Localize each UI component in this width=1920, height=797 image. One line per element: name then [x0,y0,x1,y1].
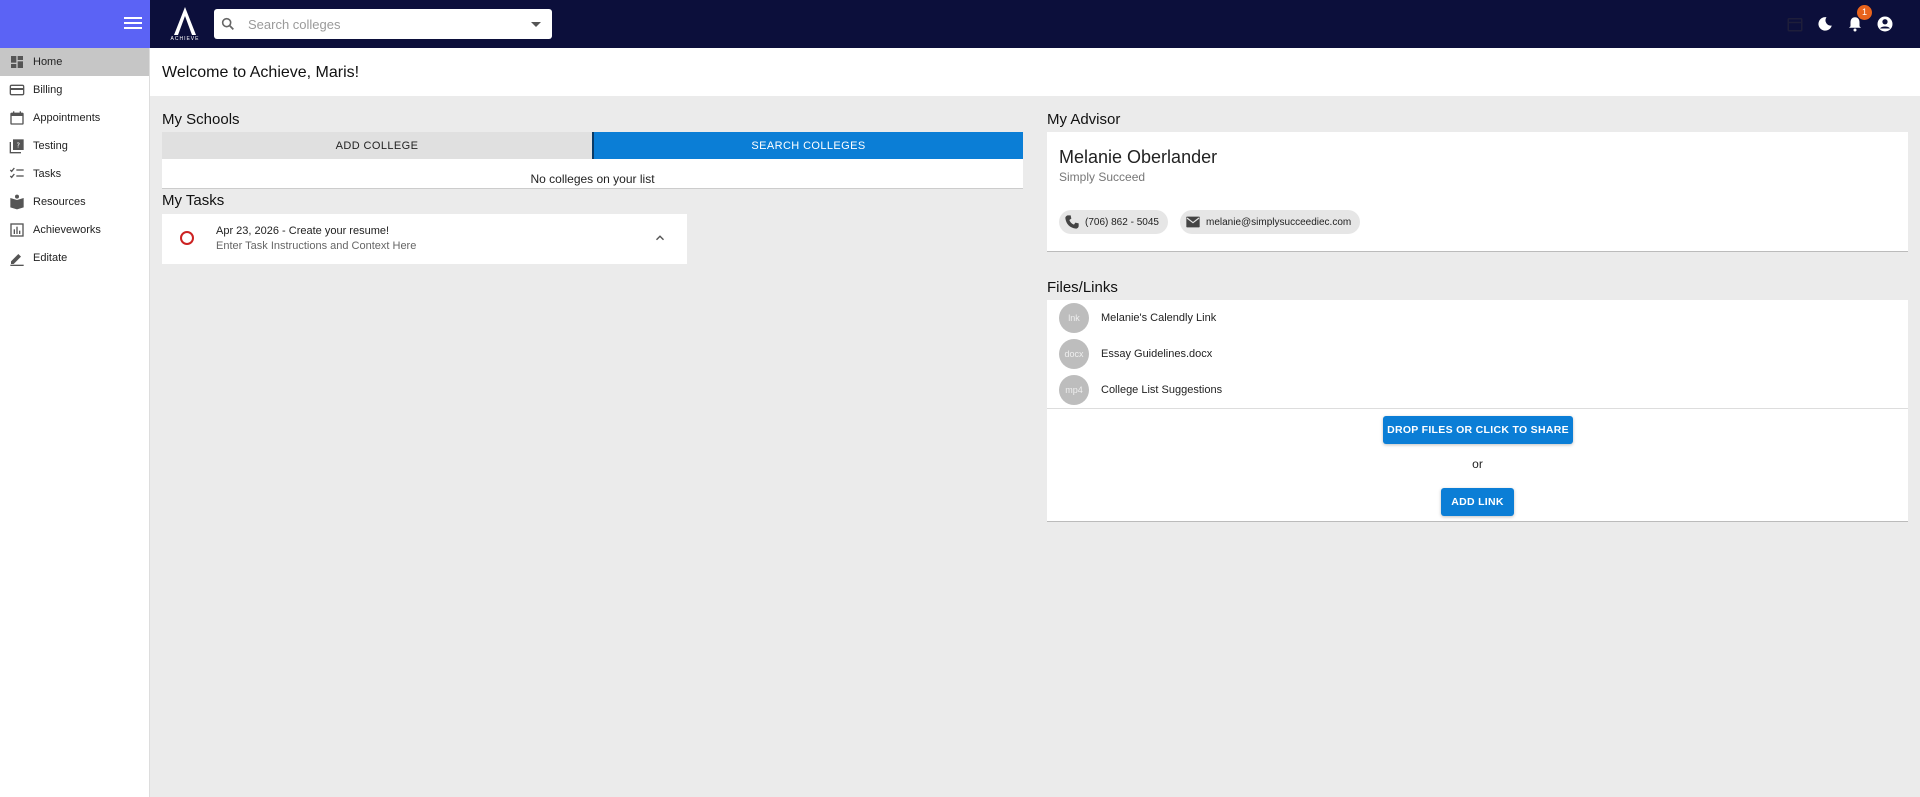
file-type-avatar: mp4 [1059,375,1089,405]
sidebar-item-label: Resources [33,196,86,208]
add-link-button[interactable]: ADD LINK [1441,488,1514,516]
sidebar-item-label: Tasks [33,168,62,180]
page-title: Welcome to Achieve, Maris! [162,64,360,81]
quiz-icon: ? [8,138,25,155]
sidebar-item-testing[interactable]: ? Testing [0,132,149,160]
sidebar-item-label: Home [33,56,63,68]
notification-badge: 1 [1857,5,1872,20]
calendar-icon[interactable] [1786,15,1804,33]
add-college-button[interactable]: ADD COLLEGE [162,132,592,159]
sidebar-item-tasks[interactable]: Tasks [0,160,149,188]
svg-text:?: ? [16,141,20,149]
dark-mode-icon[interactable] [1816,15,1834,33]
my-advisor-title: My Advisor [1047,111,1121,128]
dashboard-icon [8,54,25,71]
account-icon[interactable] [1876,15,1894,33]
sidebar-item-label: Testing [33,140,68,152]
advisor-card: Melanie Oberlander Simply Succeed (706) … [1047,132,1908,252]
task-title: Apr 23, 2026 - Create your resume! [216,225,390,237]
advisor-email: melanie@simplysucceediec.com [1206,216,1352,228]
sidebar-item-billing[interactable]: Billing [0,76,149,104]
advisor-name: Melanie Oberlander [1059,147,1218,167]
empty-colleges-message: No colleges on your list [162,159,1023,189]
file-item[interactable]: lnk Melanie's Calendly Link [1059,303,1216,333]
sidebar-item-editate[interactable]: Editate [0,244,149,272]
files-links-title: Files/Links [1047,279,1118,296]
sidebar-item-resources[interactable]: Resources [0,188,149,216]
calendar-icon [8,110,25,127]
file-item[interactable]: mp4 College List Suggestions [1059,375,1222,405]
advisor-organization: Simply Succeed [1059,170,1146,184]
search-icon [221,17,234,30]
sidebar-nav: Home Billing Appointments ? Testing Task… [0,48,150,797]
phone-icon [1064,214,1080,230]
my-tasks-title: My Tasks [162,192,225,209]
task-instructions: Enter Task Instructions and Context Here [216,240,417,252]
sidebar-item-label: Appointments [33,112,101,124]
top-app-bar: ACHIEVE 1 [0,0,1920,48]
file-name: Essay Guidelines.docx [1101,348,1213,360]
file-item[interactable]: docx Essay Guidelines.docx [1059,339,1212,369]
sidebar-item-label: Editate [33,252,68,264]
achieve-logo[interactable]: ACHIEVE [165,6,205,44]
file-name: College List Suggestions [1101,384,1223,396]
file-type-avatar: lnk [1059,303,1089,333]
mail-icon [1185,214,1201,230]
my-schools-title: My Schools [162,111,240,128]
search-input[interactable] [248,9,528,39]
files-card: lnk Melanie's Calendly Link docx Essay G… [1047,300,1908,522]
task-item[interactable]: Apr 23, 2026 - Create your resume! Enter… [162,214,687,264]
or-separator: or [1472,457,1483,471]
drop-files-button[interactable]: DROP FILES OR CLICK TO SHARE [1383,416,1573,444]
checklist-icon [8,166,25,183]
advisor-phone: (706) 862 - 5045 [1085,216,1159,228]
sidebar-item-label: Achieveworks [33,224,101,236]
sidebar-item-home[interactable]: Home [0,48,149,76]
logo-text: ACHIEVE [170,36,200,42]
notifications-icon[interactable]: 1 [1846,5,1872,33]
dropdown-arrow-icon[interactable] [531,22,541,27]
bar-chart-icon [8,222,25,239]
welcome-header: Welcome to Achieve, Maris! [150,48,1920,96]
college-search[interactable] [214,9,552,39]
search-colleges-button[interactable]: SEARCH COLLEGES [592,132,1023,159]
divider [1047,408,1908,409]
hamburger-menu-icon[interactable] [124,14,142,34]
schools-actions: ADD COLLEGE SEARCH COLLEGES [162,132,1023,159]
sidebar-item-appointments[interactable]: Appointments [0,104,149,132]
credit-card-icon [8,82,25,99]
sidebar-item-label: Billing [33,84,63,96]
phone-chip[interactable]: (706) 862 - 5045 [1059,210,1168,234]
file-type-avatar: docx [1059,339,1089,369]
email-chip[interactable]: melanie@simplysucceediec.com [1180,210,1361,234]
file-name: Melanie's Calendly Link [1101,312,1217,324]
edit-icon [8,250,25,267]
sidebar-item-achieveworks[interactable]: Achieveworks [0,216,149,244]
book-icon [8,194,25,211]
menu-area [0,0,150,48]
chevron-up-icon[interactable] [653,231,667,245]
top-actions: 1 [1786,0,1894,48]
task-complete-checkbox[interactable] [180,231,194,245]
